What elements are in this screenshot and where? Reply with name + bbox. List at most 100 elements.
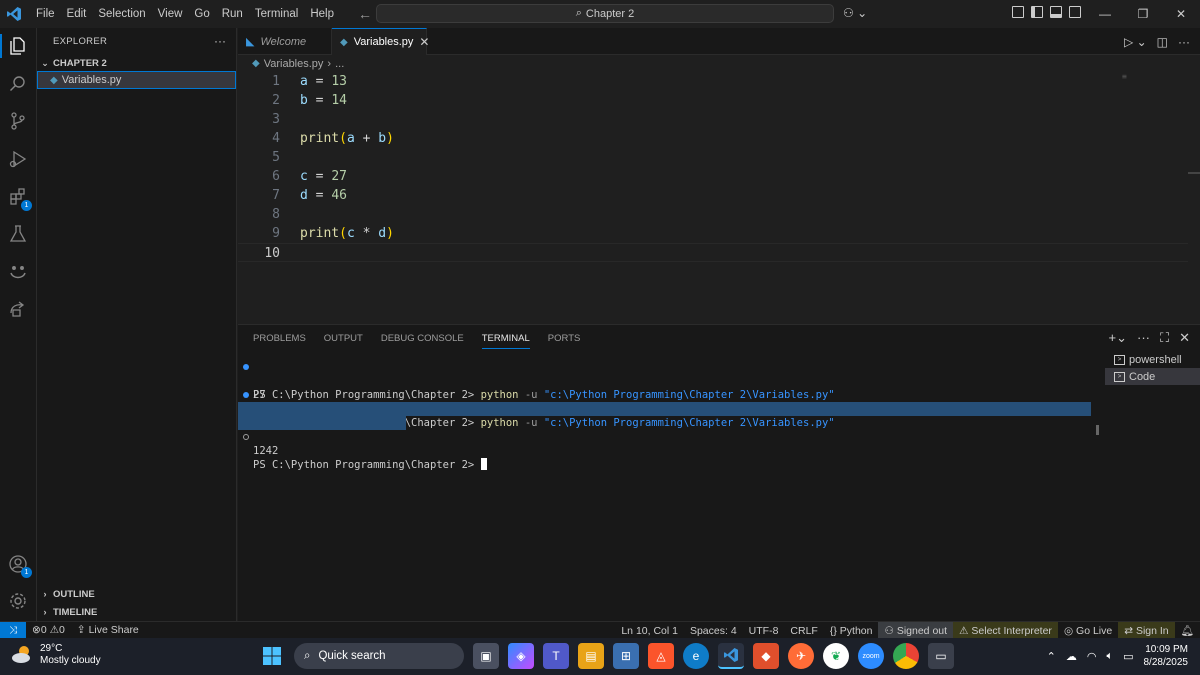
- close-icon[interactable]: ✕: [419, 35, 429, 49]
- command-center-search[interactable]: ⌕ Chapter 2: [376, 4, 834, 23]
- zoom-icon[interactable]: zoom: [858, 643, 884, 669]
- close-window-icon[interactable]: ✕: [1162, 0, 1200, 28]
- breadcrumb-more[interactable]: ...: [335, 58, 344, 70]
- source-control-icon[interactable]: [6, 109, 30, 133]
- live-share-icon[interactable]: [6, 260, 30, 284]
- live-share-status[interactable]: ⇪ Live Share: [71, 624, 145, 636]
- more-actions-icon[interactable]: ···: [1137, 330, 1150, 346]
- file-item-variables-py[interactable]: ◆ Variables.py: [37, 71, 236, 89]
- split-editor-icon[interactable]: ◫: [1157, 35, 1168, 49]
- code-editor[interactable]: 1 a = 13 2 b = 14 3 4 print(a + b) 5 6 c…: [238, 72, 1200, 324]
- back-arrow-icon[interactable]: ←: [358, 6, 372, 22]
- git-icon[interactable]: ◆: [753, 643, 779, 669]
- encoding[interactable]: UTF-8: [743, 625, 785, 637]
- onedrive-cloud-icon[interactable]: ☁: [1066, 650, 1077, 663]
- terminal-scrollbar[interactable]: [1096, 425, 1099, 435]
- breadcrumb-file[interactable]: Variables.py: [264, 58, 324, 70]
- extensions-icon[interactable]: 1: [6, 185, 32, 211]
- more-actions-icon[interactable]: ···: [1178, 35, 1190, 49]
- restore-icon[interactable]: ❐: [1124, 0, 1162, 28]
- teams-icon[interactable]: T: [543, 643, 569, 669]
- copilot-status[interactable]: ⚇ Signed out: [878, 622, 954, 639]
- search-icon[interactable]: [6, 72, 30, 96]
- folder-section-chapter-2[interactable]: ⌄ CHAPTER 2: [37, 54, 236, 72]
- tab-variables-py[interactable]: ◆ Variables.py ✕: [332, 28, 429, 55]
- toggle-primary-sidebar-icon[interactable]: [1031, 6, 1043, 18]
- active-indicator: [0, 34, 2, 58]
- indentation[interactable]: Spaces: 4: [684, 625, 743, 637]
- edge-browser-icon[interactable]: e: [683, 643, 709, 669]
- windows-start-icon[interactable]: [259, 643, 285, 669]
- toggle-panel-icon[interactable]: [1050, 6, 1062, 18]
- minimap[interactable]: ≡: [1122, 72, 1130, 84]
- battery-icon[interactable]: ▭: [1123, 650, 1133, 663]
- maximize-panel-icon[interactable]: ⛶: [1160, 330, 1169, 346]
- line-number: 1: [272, 74, 280, 89]
- menu-view[interactable]: View: [152, 0, 189, 28]
- explorer-icon[interactable]: [6, 34, 30, 58]
- new-terminal-icon[interactable]: +⌄: [1109, 330, 1127, 346]
- accounts-icon[interactable]: 1: [6, 552, 32, 578]
- menu-run[interactable]: Run: [216, 0, 249, 28]
- menu-selection[interactable]: Selection: [92, 0, 151, 28]
- menu-terminal[interactable]: Terminal: [249, 0, 304, 28]
- explorer-title: EXPLORER: [53, 36, 108, 47]
- customize-layout-icon[interactable]: [1012, 6, 1024, 18]
- vscode-taskbar-icon[interactable]: [718, 643, 744, 669]
- menu-help[interactable]: Help: [304, 0, 340, 28]
- testing-icon[interactable]: [6, 222, 30, 246]
- windows-terminal-icon[interactable]: ▭: [928, 643, 954, 669]
- menu-edit[interactable]: Edit: [61, 0, 93, 28]
- mongodb-icon[interactable]: ❦: [823, 643, 849, 669]
- line-number: 10: [264, 246, 280, 261]
- chevron-up-icon[interactable]: ⌃: [1047, 650, 1056, 663]
- weather-widget[interactable]: 29°C Mostly cloudy: [10, 643, 101, 667]
- taskbar-search[interactable]: ⌕ Quick search: [294, 643, 464, 669]
- tab-welcome[interactable]: ◣ Welcome: [238, 28, 332, 55]
- tab-ports[interactable]: PORTS: [548, 333, 581, 349]
- more-actions-icon[interactable]: ···: [214, 34, 226, 48]
- file-explorer-icon[interactable]: ▤: [578, 643, 604, 669]
- clock[interactable]: 10:09 PM 8/28/2025: [1144, 643, 1189, 669]
- terminal-icon: >: [1114, 354, 1125, 365]
- run-debug-icon[interactable]: [6, 147, 30, 171]
- tab-terminal[interactable]: TERMINAL: [481, 333, 530, 349]
- close-panel-icon[interactable]: ✕: [1179, 330, 1190, 346]
- outline-section[interactable]: › OUTLINE: [37, 585, 236, 603]
- sign-in[interactable]: ⇄ Sign In: [1118, 622, 1175, 639]
- run-python-file-icon[interactable]: ▷ ⌄: [1124, 35, 1147, 49]
- minimize-icon[interactable]: —: [1086, 0, 1124, 28]
- code-line: 4 print(a + b): [238, 129, 1188, 148]
- terminal-item-powershell[interactable]: > powershell: [1105, 351, 1200, 368]
- postman-icon[interactable]: ✈: [788, 643, 814, 669]
- go-live[interactable]: ◎ Go Live: [1058, 625, 1118, 637]
- brave-browser-icon[interactable]: ◬: [648, 643, 674, 669]
- tab-output[interactable]: OUTPUT: [324, 333, 363, 349]
- microsoft-store-icon[interactable]: ⊞: [613, 643, 639, 669]
- remote-explorer-icon[interactable]: [6, 297, 30, 321]
- wifi-icon[interactable]: ◠: [1087, 650, 1097, 663]
- settings-gear-icon[interactable]: [6, 589, 30, 613]
- volume-icon[interactable]: 🔈︎: [1106, 650, 1113, 663]
- timeline-section[interactable]: › TIMELINE: [37, 603, 236, 621]
- toggle-secondary-sidebar-icon[interactable]: [1069, 6, 1081, 18]
- line-number: 5: [272, 150, 280, 165]
- end-of-line[interactable]: CRLF: [784, 625, 823, 637]
- remote-indicator-icon[interactable]: ⤨: [0, 621, 26, 639]
- tab-debug-console[interactable]: DEBUG CONSOLE: [381, 333, 464, 349]
- cursor-position[interactable]: Ln 10, Col 1: [615, 625, 684, 637]
- terminal-item-code[interactable]: > Code: [1105, 368, 1200, 385]
- language-mode[interactable]: {} Python: [824, 625, 879, 637]
- notifications-bell-icon[interactable]: 🔔︎: [1175, 624, 1200, 637]
- problems-status[interactable]: ⊗0 ⚠0: [26, 624, 71, 636]
- menu-file[interactable]: File: [30, 0, 61, 28]
- copilot-icon[interactable]: ⚇ ⌄: [843, 6, 867, 20]
- copilot-app-icon[interactable]: ◈: [508, 643, 534, 669]
- chrome-icon[interactable]: [893, 643, 919, 669]
- select-interpreter[interactable]: ⚠ Select Interpreter: [953, 622, 1058, 639]
- terminal-icon: >: [1114, 371, 1125, 382]
- menu-go[interactable]: Go: [188, 0, 215, 28]
- task-view-icon[interactable]: ▣: [473, 643, 499, 669]
- terminal-line: PS C:\Python Programming\Chapter 2> pyth…: [238, 360, 1091, 401]
- tab-problems[interactable]: PROBLEMS: [253, 333, 306, 349]
